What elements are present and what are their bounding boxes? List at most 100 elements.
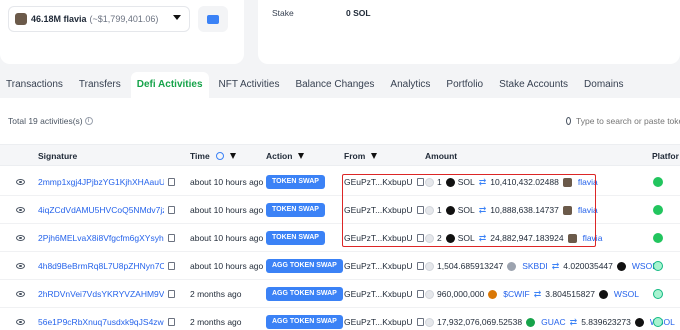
table-row: 2Pjh6MELvaX8i8Vfgcfm6gXYsyhD... about 10…: [0, 224, 680, 252]
eye-icon[interactable]: [16, 263, 25, 269]
token-in[interactable]: SOL: [458, 233, 475, 243]
copy-icon[interactable]: [416, 178, 424, 186]
signature-link[interactable]: 4iqZCdVdAMU5HVCoQ5NMdv7jzx...: [38, 205, 164, 215]
portfolio-card: 46.18M flavia (~$1,799,401.06): [0, 0, 244, 64]
token-in[interactable]: GUAC: [541, 317, 566, 327]
copy-icon[interactable]: [168, 234, 175, 242]
flavia-icon: [567, 233, 577, 243]
copy-icon[interactable]: [168, 206, 175, 214]
action-badge: TOKEN SWAP: [266, 175, 325, 189]
token-out[interactable]: flavia: [578, 177, 598, 187]
time-cell: about 10 hours ago: [190, 205, 264, 215]
from-address[interactable]: GEuPzT...KxbupU: [344, 317, 413, 327]
eye-icon[interactable]: [16, 207, 25, 213]
tab-bar: Transactions Transfers Defi Activities N…: [0, 72, 680, 98]
table-row: 2mmp1xgj4JPjbzYG1KjhXHAauUkv... about 10…: [0, 168, 680, 196]
token-out[interactable]: WSOL: [614, 289, 639, 299]
info-icon[interactable]: i: [84, 117, 93, 125]
signature-link[interactable]: 2Pjh6MELvaX8i8Vfgcfm6gXYsyhD...: [38, 233, 164, 243]
from-address[interactable]: GEuPzT...KxbupU: [344, 205, 413, 215]
tab-transfers[interactable]: Transfers: [73, 72, 127, 98]
col-time-label: Time: [190, 151, 210, 161]
token-in[interactable]: SOL: [458, 177, 475, 187]
tab-stake-accounts[interactable]: Stake Accounts: [493, 72, 574, 98]
platform-icon[interactable]: [653, 177, 663, 187]
copy-icon[interactable]: [416, 234, 424, 242]
token-selector[interactable]: 46.18M flavia (~$1,799,401.06): [8, 6, 190, 32]
tab-portfolio[interactable]: Portfolio: [440, 72, 489, 98]
eye-icon[interactable]: [16, 319, 25, 325]
table-row: 4iqZCdVdAMU5HVCoQ5NMdv7jzx... about 10 h…: [0, 196, 680, 224]
search-input[interactable]: [576, 116, 680, 126]
clock-icon[interactable]: [215, 152, 224, 160]
amount-in: 1,504.685913247: [437, 261, 504, 271]
tab-domains[interactable]: Domains: [578, 72, 629, 98]
from-address[interactable]: GEuPzT...KxbupU: [344, 289, 413, 299]
copy-icon[interactable]: [416, 318, 424, 326]
eye-icon[interactable]: [16, 235, 25, 241]
search-box: [566, 112, 680, 130]
from-address[interactable]: GEuPzT...KxbupU: [344, 177, 413, 187]
platform-icon[interactable]: [653, 233, 663, 243]
eye-icon[interactable]: [16, 291, 25, 297]
swap-icon: ⇄: [533, 288, 542, 299]
copy-icon[interactable]: [416, 206, 424, 214]
wallet-button[interactable]: [198, 6, 228, 32]
time-cell: 2 months ago: [190, 289, 242, 299]
token-in[interactable]: SKBDI: [522, 261, 548, 271]
arrow-icon: [425, 233, 434, 243]
tab-nft-activities[interactable]: NFT Activities: [213, 72, 286, 98]
tab-transactions[interactable]: Transactions: [0, 72, 69, 98]
defi-activities-panel: Total 19 activities(s) i Signature Time …: [0, 98, 680, 330]
table-row: 2hRDVnVei7VdsYKRYVZAHM9V4C... 2 months a…: [0, 280, 680, 308]
sol-icon: [445, 233, 455, 243]
copy-icon[interactable]: [168, 178, 175, 186]
token-in[interactable]: SOL: [458, 205, 475, 215]
arrow-icon: [425, 177, 434, 187]
swap-icon: ⇄: [478, 232, 487, 243]
tab-defi-activities[interactable]: Defi Activities: [130, 72, 209, 98]
copy-icon[interactable]: [168, 262, 175, 270]
token-amount: 46.18M flavia: [31, 14, 87, 24]
action-badge: AGG TOKEN SWAP: [266, 259, 343, 273]
signature-link[interactable]: 4h8d9BeBrmRq8L7U8pZHNyn7Cco...: [38, 261, 164, 271]
wsol-icon: [616, 261, 626, 271]
token-in[interactable]: $CWIF: [503, 289, 529, 299]
col-time[interactable]: Time: [190, 145, 236, 167]
filter-icon[interactable]: [229, 153, 236, 159]
from-address[interactable]: GEuPzT...KxbupU: [344, 261, 413, 271]
signature-link[interactable]: 2mmp1xgj4JPjbzYG1KjhXHAauUkv...: [38, 177, 164, 187]
wallet-icon: [207, 14, 219, 24]
copy-icon[interactable]: [168, 290, 175, 298]
filter-icon[interactable]: [371, 153, 378, 159]
token-out[interactable]: flavia: [583, 233, 603, 243]
col-action[interactable]: Action: [266, 145, 305, 167]
stake-value: 0 SOL: [346, 8, 371, 18]
flavia-token-icon: [15, 13, 27, 25]
search-icon: [566, 117, 571, 125]
time-cell: 2 months ago: [190, 317, 242, 327]
col-amount: Amount: [425, 151, 458, 161]
signature-link[interactable]: 56e1P9cRbXnuq7usdxk9qJS4zwq...: [38, 317, 164, 327]
filter-icon[interactable]: [298, 153, 305, 159]
amount-out: 10,410,432.02488: [490, 177, 559, 187]
amount-out: 5.839623273: [581, 317, 631, 327]
platform-icon[interactable]: [653, 261, 663, 271]
amount-out: 3.804515827: [545, 289, 595, 299]
signature-link[interactable]: 2hRDVnVei7VdsYKRYVZAHM9V4C...: [38, 289, 164, 299]
total-activities: Total 19 activities(s) i: [8, 116, 93, 126]
platform-icon[interactable]: [653, 205, 663, 215]
tab-analytics[interactable]: Analytics: [384, 72, 436, 98]
copy-icon[interactable]: [168, 318, 175, 326]
token-out[interactable]: flavia: [578, 205, 598, 215]
copy-icon[interactable]: [416, 290, 424, 298]
tab-balance-changes[interactable]: Balance Changes: [289, 72, 380, 98]
platform-icon[interactable]: [653, 289, 663, 299]
sol-icon: [445, 205, 455, 215]
swap-icon: ⇄: [569, 316, 578, 327]
platform-icon[interactable]: [653, 317, 663, 327]
col-from[interactable]: From: [344, 145, 378, 167]
from-address[interactable]: GEuPzT...KxbupU: [344, 233, 413, 243]
copy-icon[interactable]: [416, 262, 424, 270]
eye-icon[interactable]: [16, 179, 25, 185]
